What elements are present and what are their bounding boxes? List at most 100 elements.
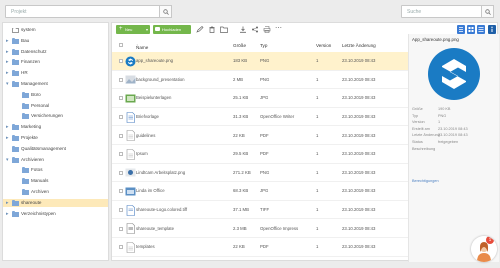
row-checkbox[interactable] <box>119 189 123 194</box>
chevron-right-icon[interactable]: ▸ <box>6 135 9 141</box>
property-key: Version <box>412 120 425 125</box>
row-checkbox[interactable] <box>119 96 123 101</box>
project-search[interactable]: Projekt <box>5 5 172 18</box>
file-name: templates <box>136 244 155 250</box>
tree-item[interactable]: Personal <box>3 102 108 110</box>
tree-item[interactable]: Qualitätsmanagement <box>3 145 108 153</box>
new-button[interactable]: + Neu ▾ <box>116 25 150 34</box>
tree-item[interactable]: Manuals <box>3 177 108 185</box>
tree-item[interactable]: ▸ Projekte <box>3 134 108 142</box>
table-row[interactable]: background_presentation 2 MB PNG 1 23.10.201… <box>112 71 408 90</box>
select-all-checkbox[interactable] <box>119 43 123 47</box>
tree-item[interactable]: ▸ Marketing <box>3 123 108 131</box>
column-name[interactable]: Name ↑ <box>136 43 148 50</box>
new-button-label: Neu <box>125 27 133 32</box>
search-icon[interactable] <box>159 5 172 18</box>
row-checkbox[interactable] <box>119 170 123 175</box>
table-row[interactable]: shareoute-Logo.colored.tiff 37.1 MB TIFF 1 2… <box>112 201 408 220</box>
delete-icon[interactable] <box>208 26 216 33</box>
tree-item[interactable]: system <box>3 26 108 34</box>
file-thumbnail-icon <box>125 56 136 67</box>
tree-item[interactable]: ▸ shareoute <box>3 198 108 207</box>
file-version: 1 <box>316 114 319 120</box>
row-checkbox[interactable] <box>119 152 123 157</box>
tree-item[interactable]: ▾ Management <box>3 80 108 88</box>
folder-icon <box>12 70 19 77</box>
property-value: 190 KB <box>438 107 451 111</box>
property-row: Erstellt am 23.10.2019 08:43 <box>412 127 468 131</box>
property-value: freigegeben <box>438 140 459 144</box>
table-row[interactable]: Briefvorlage 31.3 KB OpenOffice Writer 1 23.… <box>112 108 408 127</box>
row-checkbox[interactable] <box>119 115 123 120</box>
table-row[interactable]: Ipsum 29.5 KB PDF 1 23.10.2019 08:43 <box>112 145 408 164</box>
table-row[interactable]: Beispielunterlagen 25.1 KB JPG 1 23.10.2019 … <box>112 89 408 108</box>
share-icon[interactable] <box>251 26 259 33</box>
file-name: shareoute_template <box>136 225 174 231</box>
table-row[interactable]: Linda im Office 68.3 KB JPG 1 23.10.2019 08:… <box>112 182 408 201</box>
row-checkbox[interactable] <box>119 133 123 138</box>
search-icon[interactable] <box>481 5 494 18</box>
property-value: 23.10.2019 08:43 <box>438 133 468 138</box>
row-checkbox[interactable] <box>119 245 123 250</box>
chevron-right-icon[interactable]: ▸ <box>6 200 9 206</box>
list-view-icon[interactable] <box>457 25 465 34</box>
row-checkbox[interactable] <box>119 208 123 213</box>
column-size[interactable]: Größe <box>233 43 246 48</box>
grid-view-icon[interactable] <box>477 25 485 34</box>
tree-item-label: shareoute <box>21 199 42 205</box>
chevron-down-icon: ▾ <box>145 27 148 32</box>
support-avatar-button[interactable]: 1 <box>471 236 497 262</box>
upload-button[interactable]: Hochladen <box>153 25 191 34</box>
file-size: 183 KB <box>233 58 248 64</box>
row-checkbox[interactable] <box>119 226 123 231</box>
table-row[interactable]: shareoute_template 2.3 MB OpenOffice Impre… <box>112 219 408 238</box>
file-size: 25.1 KB <box>233 95 249 101</box>
row-checkbox[interactable] <box>119 59 123 64</box>
edit-icon[interactable] <box>196 26 204 33</box>
folder-icon[interactable] <box>220 26 228 33</box>
column-type[interactable]: Typ <box>260 43 267 48</box>
more-icon[interactable]: ⋯ <box>275 24 282 32</box>
tree-item[interactable]: Archiven <box>3 188 108 196</box>
folder-icon <box>12 156 19 163</box>
tree-item[interactable]: Büro <box>3 91 108 99</box>
tree-item[interactable]: Fotos <box>3 166 108 174</box>
tree-item[interactable]: ▸ HR <box>3 69 108 77</box>
tree-item[interactable]: ▸ Verzeichnistypen <box>3 210 108 218</box>
download-icon[interactable] <box>239 26 247 33</box>
tree-item[interactable]: ▸ Bau <box>3 37 108 45</box>
property-row: Version 1 <box>412 120 440 125</box>
column-name-label: Name <box>136 45 149 50</box>
chevron-right-icon[interactable]: ▸ <box>6 59 9 65</box>
print-icon[interactable] <box>263 26 271 33</box>
column-version[interactable]: Version <box>316 43 331 48</box>
info-icon[interactable] <box>488 25 496 34</box>
chevron-down-icon[interactable]: ▾ <box>6 157 9 163</box>
detail-view-icon[interactable] <box>467 25 475 34</box>
folder-icon <box>22 91 29 98</box>
tree-item[interactable]: ▸ Finanzen <box>3 58 108 66</box>
table-row[interactable]: guidelines 22 KB PDF 1 23.10.2019 08:43 <box>112 126 408 145</box>
tree-item[interactable]: ▸ Datenschutz <box>3 48 108 56</box>
file-type: OpenOffice Writer <box>260 114 295 120</box>
table-row[interactable]: Lindtcam Arbeitsplatz.png 271.2 KB PNG 1 23.… <box>112 164 408 183</box>
table-row[interactable]: templates 22 KB PDF 1 23.10.2019 08:43 <box>112 238 408 257</box>
file-modified: 23.10.2019 08:43 <box>342 244 376 250</box>
chevron-right-icon[interactable]: ▸ <box>6 49 9 55</box>
row-checkbox[interactable] <box>119 77 123 82</box>
chevron-right-icon[interactable]: ▸ <box>6 38 9 44</box>
tree-item[interactable]: ▾ Archivieren <box>3 156 108 164</box>
column-modified[interactable]: Letzte Änderung <box>342 43 376 48</box>
file-thumbnail-icon <box>125 186 136 197</box>
global-search[interactable]: Suche <box>401 5 494 18</box>
chevron-right-icon[interactable]: ▸ <box>6 124 9 130</box>
tree-item[interactable]: Versicherungen <box>3 112 108 120</box>
folder-icon <box>12 37 19 44</box>
table-row[interactable]: app_shareoute.png 183 KB PNG 1 23.10.2019 08… <box>112 52 408 71</box>
permissions-link[interactable]: Berechtigungen <box>412 179 439 183</box>
chevron-right-icon[interactable]: ▸ <box>6 211 9 217</box>
chevron-down-icon[interactable]: ▾ <box>6 81 9 87</box>
file-version: 1 <box>316 225 319 231</box>
file-thumbnail-icon <box>125 111 136 123</box>
chevron-right-icon[interactable]: ▸ <box>6 70 9 76</box>
